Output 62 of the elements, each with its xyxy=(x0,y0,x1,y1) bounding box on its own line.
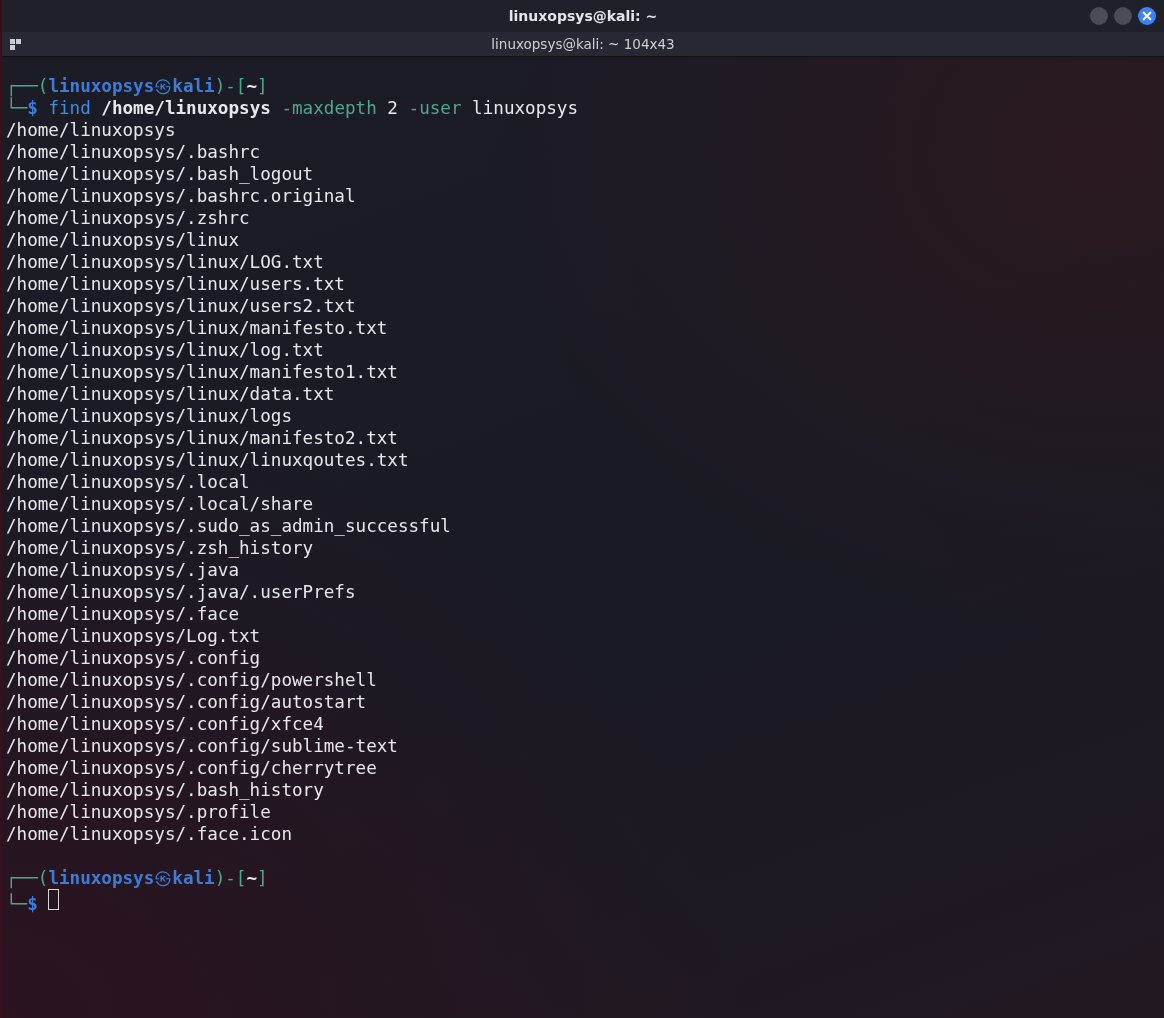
close-icon xyxy=(1142,11,1152,21)
prompt-symbol: $ xyxy=(27,894,38,914)
output-line: /home/linuxopsys/.bash_logout xyxy=(6,164,314,184)
prompt-symbol: $ xyxy=(27,98,38,118)
prompt-bracket: ] xyxy=(257,868,268,888)
output-line: /home/linuxopsys/Log.txt xyxy=(6,626,261,646)
terminal-title: linuxopsys@kali: ~ 104x43 xyxy=(491,36,675,52)
output-line: /home/linuxopsys/.zshrc xyxy=(6,208,250,228)
output-line: /home/linuxopsys/.sudo_as_admin_successful xyxy=(6,516,451,536)
output-line: /home/linuxopsys/.profile xyxy=(6,802,271,822)
prompt-directory: ~ xyxy=(246,868,258,888)
prompt-user: linuxopsys xyxy=(48,76,155,96)
output-line: /home/linuxopsys/.zsh_history xyxy=(6,538,314,558)
output-line: /home/linuxopsys/.config xyxy=(6,648,261,668)
output-line: /home/linuxopsys/.config/sublime-text xyxy=(6,736,398,756)
output-line: /home/linuxopsys/.face xyxy=(6,604,240,624)
output-line: /home/linuxopsys/linux/logs xyxy=(6,406,292,426)
output-line: /home/linuxopsys/.config/autostart xyxy=(6,692,367,712)
output-line: /home/linuxopsys/linux/manifesto2.txt xyxy=(6,428,398,448)
command-option: -maxdepth xyxy=(281,98,377,118)
output-line: /home/linuxopsys/linux/manifesto1.txt xyxy=(6,362,398,382)
prompt-bracket: )-[ xyxy=(214,76,247,96)
window-title: linuxopsys@kali: ~ xyxy=(508,8,658,24)
prompt-separator: ㉿ xyxy=(154,76,173,96)
prompt-directory: ~ xyxy=(246,76,258,96)
output-line: /home/linuxopsys/linux/users2.txt xyxy=(6,296,356,316)
prompt-bracket: ] xyxy=(257,76,268,96)
output-line: /home/linuxopsys/linux/manifesto.txt xyxy=(6,318,388,338)
output-line: /home/linuxopsys/.face.icon xyxy=(6,824,292,844)
output-line: /home/linuxopsys/.java xyxy=(6,560,240,580)
prompt-corner: └─ xyxy=(6,894,28,914)
prompt-bracket: )-[ xyxy=(214,868,247,888)
prompt-separator: ㉿ xyxy=(154,868,173,888)
command-arg: linuxopsys xyxy=(472,98,579,118)
menu-icon[interactable] xyxy=(10,39,22,51)
output-line: /home/linuxopsys xyxy=(6,120,176,140)
output-line: /home/linuxopsys/linux/LOG.txt xyxy=(6,252,324,272)
output-line: /home/linuxopsys/linux/data.txt xyxy=(6,384,335,404)
prompt-corner: ┌──( xyxy=(6,76,49,96)
output-line: /home/linuxopsys/.config/cherrytree xyxy=(6,758,377,778)
output-line: /home/linuxopsys/.config/xfce4 xyxy=(6,714,324,734)
command-arg: 2 xyxy=(387,98,398,118)
output-line: /home/linuxopsys/linux/linuxqoutes.txt xyxy=(6,450,409,470)
command-path: /home/linuxopsys xyxy=(101,98,271,118)
output-line: /home/linuxopsys/.bashrc.original xyxy=(6,186,356,206)
command-option: -user xyxy=(408,98,462,118)
command-command: find xyxy=(48,98,91,118)
close-button[interactable] xyxy=(1138,7,1156,25)
prompt-host: kali xyxy=(172,76,215,96)
prompt-host: kali xyxy=(172,868,215,888)
output-line: /home/linuxopsys/linux xyxy=(6,230,240,250)
output-line: /home/linuxopsys/linux/users.txt xyxy=(6,274,345,294)
output-line: /home/linuxopsys/.bash_history xyxy=(6,780,324,800)
output-line: /home/linuxopsys/.bashrc xyxy=(6,142,261,162)
output-line: /home/linuxopsys/.java/.userPrefs xyxy=(6,582,356,602)
output-line: /home/linuxopsys/.local xyxy=(6,472,250,492)
prompt-corner: ┌──( xyxy=(6,868,49,888)
prompt-corner: └─ xyxy=(6,98,28,118)
output-line: /home/linuxopsys/.local/share xyxy=(6,494,314,514)
output-line: /home/linuxopsys/linux/log.txt xyxy=(6,340,324,360)
output-line: /home/linuxopsys/.config/powershell xyxy=(6,670,377,690)
prompt-user: linuxopsys xyxy=(48,868,155,888)
